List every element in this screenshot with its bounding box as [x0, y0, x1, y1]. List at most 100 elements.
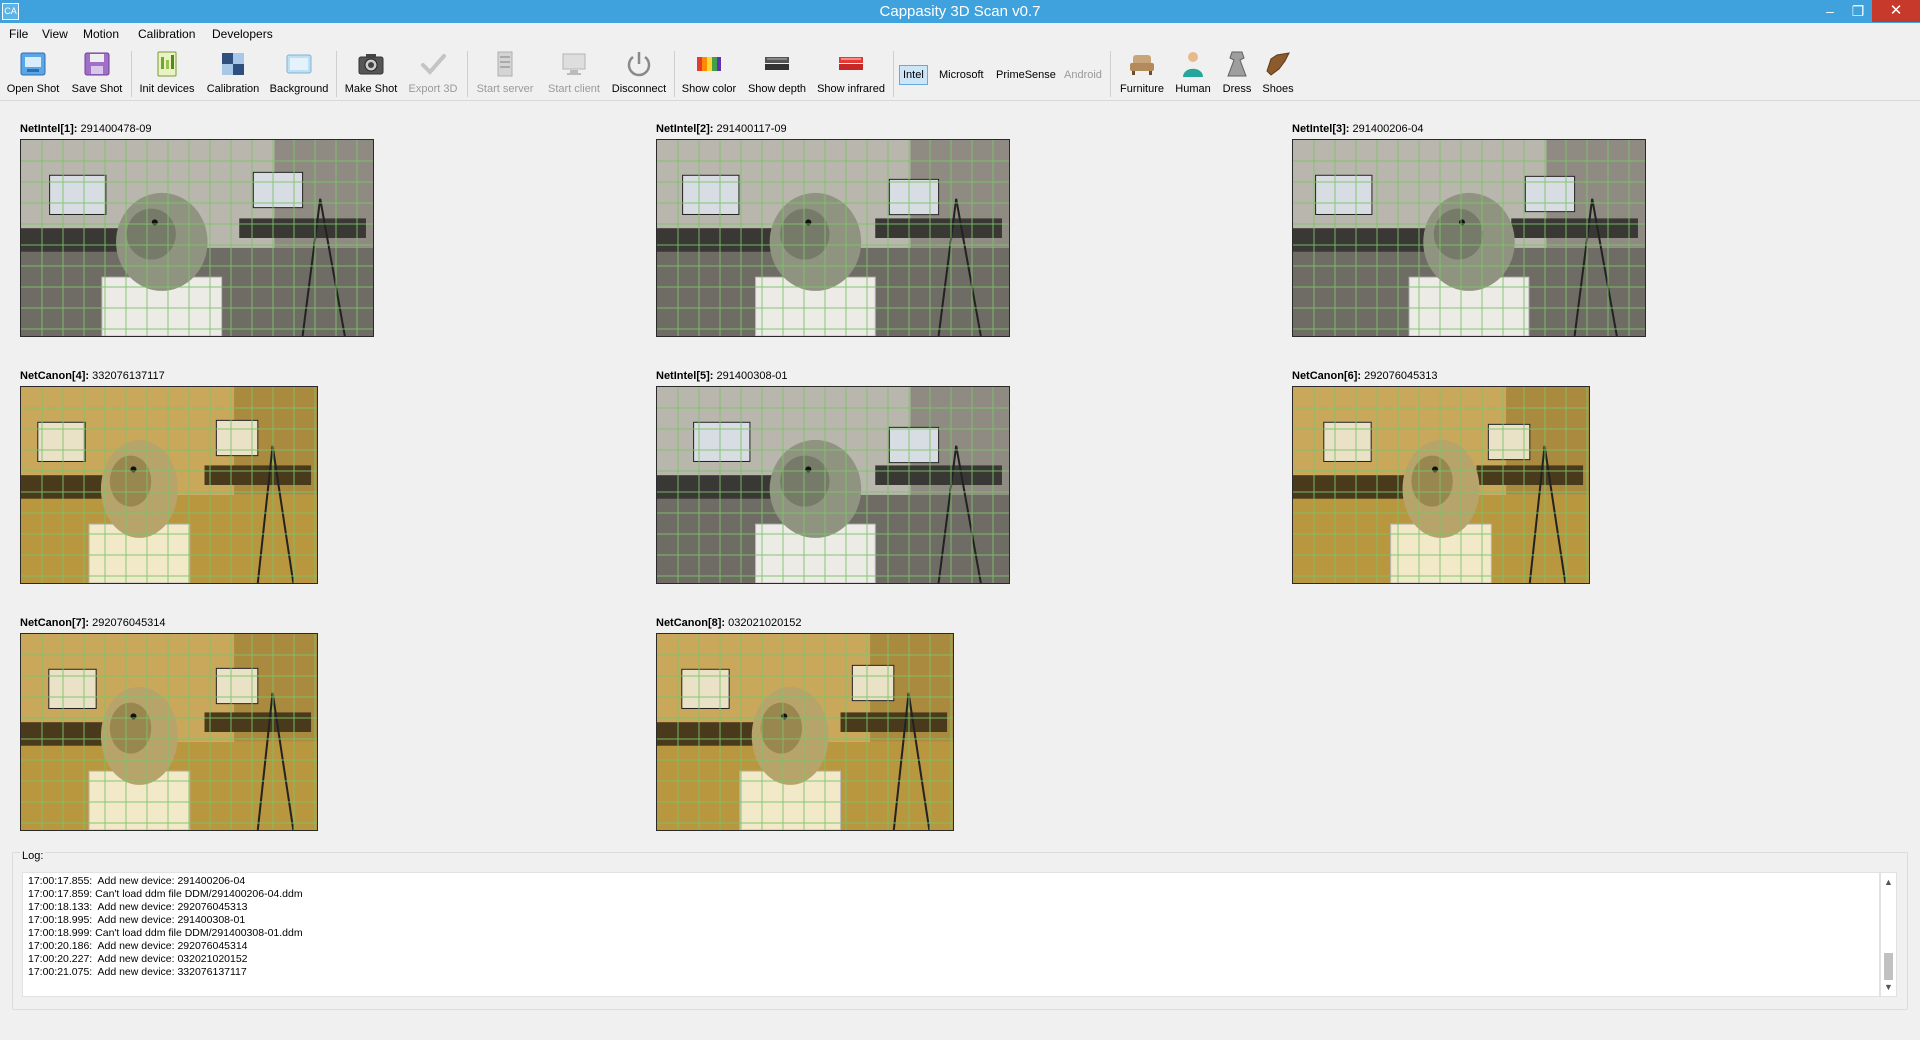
sensor-primesense[interactable]: PrimeSense	[992, 65, 1060, 85]
dress-icon	[1227, 51, 1247, 77]
scene-content	[1293, 140, 1645, 336]
open-shot-icon	[20, 52, 46, 76]
show-color-label: Show color	[681, 83, 737, 95]
camera-caption: NetCanon[8]: 032021020152	[656, 617, 802, 629]
toolbar-separator	[893, 51, 894, 97]
camera-name: NetIntel[1]:	[20, 123, 78, 135]
toolbar-separator	[674, 51, 675, 97]
menu-motion[interactable]: Motion	[79, 23, 123, 45]
log-label: Log:	[20, 850, 46, 862]
start-client-label: Start client	[548, 83, 600, 95]
category-human-label: Human	[1175, 83, 1211, 95]
camera-serial: 291400117-09	[716, 123, 787, 135]
category-human-button[interactable]: Human	[1170, 47, 1216, 101]
maximize-button[interactable]: ❐	[1844, 0, 1872, 22]
camera-caption: NetIntel[2]: 291400117-09	[656, 123, 787, 135]
camera-frame[interactable]	[656, 633, 954, 831]
camera-image	[21, 140, 373, 336]
start-server-button[interactable]: Start server	[472, 47, 538, 101]
camera-image	[21, 634, 317, 830]
show-color-button[interactable]: Show color	[679, 47, 739, 101]
save-shot-icon	[84, 52, 110, 76]
menu-file[interactable]: File	[5, 23, 32, 45]
log-scrollbar[interactable]: ▲ ▼	[1880, 872, 1897, 997]
camera-frame[interactable]	[1292, 139, 1646, 337]
log-line: 17:00:17.859: Can't load ddm file DDM/29…	[28, 888, 303, 900]
disconnect-label: Disconnect	[611, 83, 667, 95]
camera-serial: 332076137117	[92, 370, 165, 382]
init-devices-button[interactable]: Init devices	[135, 47, 199, 101]
log-line: 17:00:20.186: Add new device: 2920760453…	[28, 940, 248, 952]
background-button[interactable]: Background	[267, 47, 331, 101]
category-shoes-label: Shoes	[1262, 83, 1294, 95]
camera-frame[interactable]	[1292, 386, 1590, 584]
calibration-button[interactable]: Calibration	[203, 47, 263, 101]
calibration-label: Calibration	[206, 83, 260, 95]
close-button[interactable]: ✕	[1872, 0, 1920, 22]
window-title: Cappasity 3D Scan v0.7	[879, 3, 1041, 20]
camera-frame[interactable]	[20, 386, 318, 584]
log-line: 17:00:17.855: Add new device: 291400206-…	[28, 875, 246, 887]
camera-serial: 032021020152	[728, 617, 802, 629]
toolbar-separator	[467, 51, 468, 97]
menu-developers[interactable]: Developers	[208, 23, 277, 45]
camera-caption: NetIntel[5]: 291400308-01	[656, 370, 787, 382]
camera-serial: 291400308-01	[716, 370, 788, 382]
sensor-intel[interactable]: Intel	[899, 65, 928, 85]
scroll-up-icon[interactable]: ▲	[1881, 875, 1896, 889]
camera-frame[interactable]	[20, 633, 318, 831]
armchair-icon	[1130, 55, 1154, 75]
disconnect-button[interactable]: Disconnect	[608, 47, 670, 101]
make-shot-button[interactable]: Make Shot	[341, 47, 401, 101]
category-furniture-label: Furniture	[1119, 83, 1165, 95]
save-shot-button[interactable]: Save Shot	[67, 47, 127, 101]
scroll-thumb[interactable]	[1884, 953, 1893, 980]
checkmark-icon	[421, 54, 446, 75]
scroll-down-icon[interactable]: ▼	[1881, 980, 1896, 994]
camera-name: NetCanon[8]:	[656, 617, 726, 629]
show-infrared-button[interactable]: Show infrared	[814, 47, 888, 101]
sensor-android[interactable]: Android	[1060, 65, 1106, 85]
show-depth-label: Show depth	[747, 83, 807, 95]
category-furniture-button[interactable]: Furniture	[1116, 47, 1168, 101]
depth-icon	[765, 57, 789, 70]
camera-image	[21, 387, 317, 583]
menu-calibration[interactable]: Calibration	[134, 23, 199, 45]
shoe-icon	[1266, 52, 1290, 76]
open-shot-button[interactable]: Open Shot	[3, 47, 63, 101]
camera-serial: 291400478-09	[80, 123, 152, 135]
camera-image	[1293, 387, 1589, 583]
camera-image	[657, 387, 1009, 583]
camera-name: NetCanon[7]:	[20, 617, 90, 629]
camera-image	[1293, 140, 1645, 336]
background-label: Background	[269, 83, 329, 95]
minimize-button[interactable]: –	[1816, 0, 1844, 22]
start-client-button[interactable]: Start client	[542, 47, 606, 101]
client-icon	[562, 53, 586, 75]
camera-frame[interactable]	[656, 386, 1010, 584]
toolbar-separator	[131, 51, 132, 97]
log-textbox[interactable]: 17:00:17.855: Add new device: 291400206-…	[22, 872, 1880, 997]
power-icon	[627, 52, 651, 77]
export-3d-button[interactable]: Export 3D	[403, 47, 463, 101]
make-shot-label: Make Shot	[344, 83, 398, 95]
sensor-microsoft[interactable]: Microsoft	[935, 65, 988, 85]
toolbar-separator	[336, 51, 337, 97]
category-shoes-button[interactable]: Shoes	[1256, 47, 1300, 101]
log-line: 17:00:20.227: Add new device: 0320210201…	[28, 953, 248, 965]
camera-icon	[358, 54, 384, 75]
camera-frame[interactable]	[656, 139, 1010, 337]
camera-frame[interactable]	[20, 139, 374, 337]
menu-bar: File View Motion Calibration Developers	[0, 23, 1920, 45]
category-dress-button[interactable]: Dress	[1214, 47, 1260, 101]
camera-caption: NetCanon[4]: 332076137117	[20, 370, 165, 382]
show-depth-button[interactable]: Show depth	[743, 47, 811, 101]
camera-image	[657, 140, 1009, 336]
start-server-label: Start server	[476, 83, 534, 95]
background-icon	[286, 54, 312, 74]
menu-view[interactable]: View	[38, 23, 72, 45]
camera-name: NetCanon[4]:	[20, 370, 90, 382]
camera-name: NetIntel[2]:	[656, 123, 714, 135]
log-line: 17:00:18.995: Add new device: 291400308-…	[28, 914, 246, 926]
toolbar: Open Shot Save Shot Init devices Calibra…	[0, 45, 1920, 101]
